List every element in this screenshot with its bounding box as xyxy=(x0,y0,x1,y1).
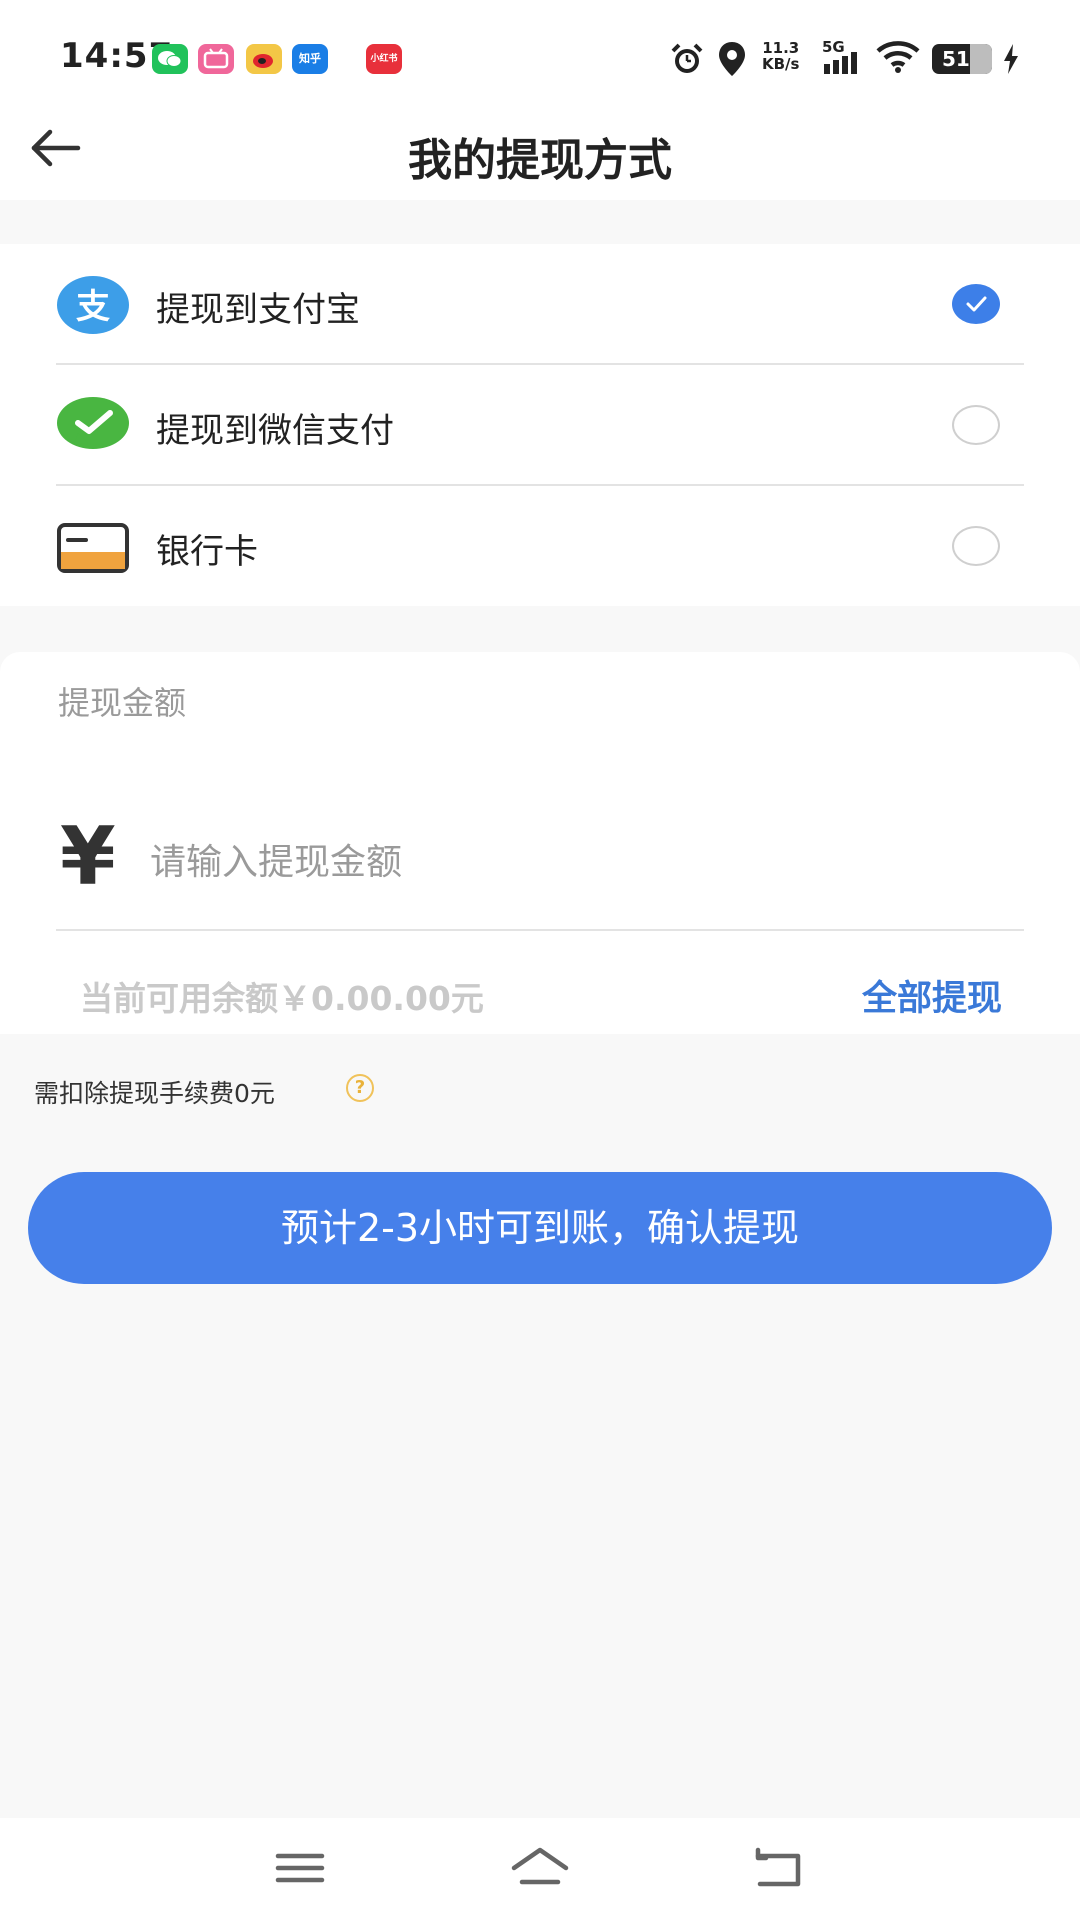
method-alipay[interactable]: 支 提现到支付宝 xyxy=(56,244,1024,365)
page-title: 我的提现方式 xyxy=(408,135,672,186)
help-icon[interactable]: ? xyxy=(346,1074,374,1102)
battery-level: 51 xyxy=(942,47,970,71)
weibo-notification-icon xyxy=(246,44,282,74)
menu-icon xyxy=(275,1853,325,1883)
checkmark-icon xyxy=(966,296,987,312)
screen: 14:57 知乎 小红书 11.3 KB/s 5G 51 我的提现方式 支 提现… xyxy=(0,0,1080,1920)
signal-icon xyxy=(824,52,857,74)
amount-card: 提现金额 ¥ 当前可用余额￥0.00.00元 全部提现 xyxy=(0,652,1080,1034)
alipay-icon: 支 xyxy=(57,276,129,334)
header: 我的提现方式 xyxy=(0,100,1080,200)
net-speed-unit: KB/s xyxy=(762,55,800,73)
alarm-icon xyxy=(671,43,703,73)
net-speed-value: 11.3 xyxy=(762,39,800,57)
zhihu-notification-icon: 知乎 xyxy=(292,44,328,74)
bilibili-notification-icon xyxy=(198,44,234,74)
status-bar: 14:57 知乎 小红书 11.3 KB/s 5G 51 xyxy=(0,0,1080,100)
net-speed: 11.3 KB/s xyxy=(762,40,799,72)
xiaohongshu-notification-icon: 小红书 xyxy=(366,44,402,74)
available-balance: 当前可用余额￥0.00.00元 xyxy=(80,979,484,1018)
battery-icon: 51 xyxy=(932,44,992,74)
amount-input[interactable] xyxy=(150,832,1000,892)
svg-text:支: 支 xyxy=(76,287,110,327)
method-wechat-pay[interactable]: 提现到微信支付 xyxy=(56,365,1024,486)
radio-checked[interactable] xyxy=(952,284,1000,324)
home-button[interactable] xyxy=(510,1844,570,1894)
radio-unchecked[interactable] xyxy=(952,526,1000,566)
withdraw-all-link[interactable]: 全部提现 xyxy=(862,970,1002,1021)
wifi-icon xyxy=(876,41,920,73)
bank-card-icon xyxy=(57,523,129,573)
withdraw-methods-list: 支 提现到支付宝 提现到微信支付 银行卡 xyxy=(0,244,1080,606)
confirm-withdraw-button[interactable]: 预计2-3小时可到账，确认提现 xyxy=(28,1172,1052,1284)
wechat-notification-icon xyxy=(152,44,188,74)
system-nav-bar xyxy=(0,1818,1080,1920)
location-icon xyxy=(719,42,745,76)
method-label: 提现到支付宝 xyxy=(156,290,360,330)
menu-button[interactable] xyxy=(270,1844,330,1894)
method-bank-card[interactable]: 银行卡 xyxy=(56,486,1024,607)
divider xyxy=(56,929,1024,931)
wechat-pay-icon xyxy=(57,397,129,449)
radio-unchecked[interactable] xyxy=(952,405,1000,445)
back-nav-button[interactable] xyxy=(750,1844,810,1894)
method-label: 银行卡 xyxy=(156,532,258,572)
amount-title: 提现金额 xyxy=(58,684,187,722)
return-icon xyxy=(755,1847,801,1887)
charging-icon xyxy=(1004,44,1018,74)
currency-symbol: ¥ xyxy=(60,810,116,903)
home-icon xyxy=(511,1847,569,1885)
method-label: 提现到微信支付 xyxy=(156,411,394,451)
fee-text: 需扣除提现手续费0元 xyxy=(34,1079,275,1108)
